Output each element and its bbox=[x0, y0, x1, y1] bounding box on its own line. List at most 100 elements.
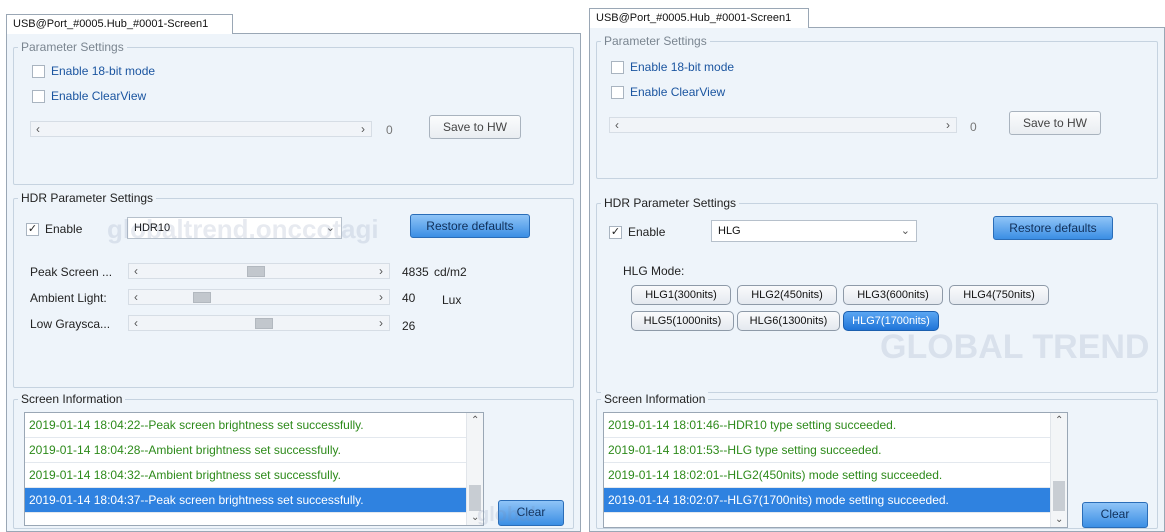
hdr-enable-label: Enable bbox=[45, 222, 83, 236]
slider-thumb[interactable] bbox=[193, 292, 211, 303]
chevron-right-icon[interactable]: › bbox=[361, 122, 365, 136]
scroll-up-icon[interactable]: ⌃ bbox=[471, 415, 479, 426]
log-row[interactable]: 2019-01-14 18:04:22--Peak screen brightn… bbox=[25, 413, 483, 438]
hlg6-button[interactable]: HLG6(1300nits) bbox=[737, 311, 840, 331]
screen-info-group: Screen Information 2019-01-14 18:04:22--… bbox=[13, 392, 574, 529]
tab-screen1[interactable]: USB@Port_#0005.Hub_#0001-Screen1 bbox=[6, 14, 233, 34]
scroll-up-icon[interactable]: ⌃ bbox=[1055, 415, 1063, 426]
slider-thumb[interactable] bbox=[255, 318, 273, 329]
checkbox-checked-icon: ✓ bbox=[609, 225, 622, 239]
log-scrollbar[interactable]: ⌃ ⌄ bbox=[466, 413, 483, 525]
left-panel-body: Parameter Settings Enable 18-bit mode En… bbox=[6, 33, 581, 532]
ambient-light-value: 40 bbox=[402, 291, 416, 305]
tab-screen1[interactable]: USB@Port_#0005.Hub_#0001-Screen1 bbox=[589, 8, 809, 28]
parameter-settings-group: Parameter Settings Enable 18-bit mode En… bbox=[13, 40, 574, 185]
log-list[interactable]: 2019-01-14 18:01:46--HDR10 type setting … bbox=[603, 412, 1068, 528]
chevron-left-icon[interactable]: ‹ bbox=[615, 118, 619, 132]
ambient-light-slider[interactable]: ‹ › bbox=[128, 289, 390, 305]
hlg-mode-label: HLG Mode: bbox=[623, 264, 685, 278]
enable-clearview-label: Enable ClearView bbox=[630, 85, 726, 99]
checkbox-icon bbox=[611, 85, 624, 99]
enable-clearview-checkbox[interactable]: Enable ClearView bbox=[611, 85, 725, 99]
peak-screen-label: Peak Screen ... bbox=[30, 265, 113, 279]
checkbox-checked-icon: ✓ bbox=[26, 222, 39, 236]
log-scrollbar[interactable]: ⌃ ⌄ bbox=[1050, 413, 1067, 527]
clearview-slider[interactable]: ‹ › bbox=[609, 117, 957, 133]
hdr-mode-select[interactable]: HLG ⌄ bbox=[711, 220, 917, 242]
hlg1-button[interactable]: HLG1(300nits) bbox=[631, 285, 731, 305]
low-grayscale-value: 26 bbox=[402, 319, 416, 333]
restore-defaults-button[interactable]: Restore defaults bbox=[993, 216, 1113, 240]
hdr-settings-group: HDR Parameter Settings ✓ Enable HLG ⌄ Re… bbox=[596, 196, 1158, 393]
hdr-mode-select[interactable]: HDR10 ⌄ bbox=[127, 217, 342, 239]
log-row[interactable]: 2019-01-14 18:04:32--Ambient brightness … bbox=[25, 463, 483, 488]
low-grayscale-label: Low Graysca... bbox=[30, 317, 111, 331]
checkbox-icon bbox=[611, 60, 624, 74]
checkbox-icon bbox=[32, 89, 45, 103]
hdr-settings-legend: HDR Parameter Settings bbox=[601, 196, 740, 210]
screen-info-group: Screen Information 2019-01-14 18:01:46--… bbox=[596, 392, 1158, 529]
hlg2-button[interactable]: HLG2(450nits) bbox=[737, 285, 837, 305]
screen-info-legend: Screen Information bbox=[601, 392, 709, 406]
hdr-settings-legend: HDR Parameter Settings bbox=[18, 191, 157, 205]
parameter-settings-group: Parameter Settings Enable 18-bit mode En… bbox=[596, 34, 1158, 179]
peak-screen-unit: cd/m2 bbox=[434, 265, 467, 279]
chevron-down-icon: ⌄ bbox=[900, 225, 910, 237]
hlg3-button[interactable]: HLG3(600nits) bbox=[843, 285, 943, 305]
enable-18bit-label: Enable 18-bit mode bbox=[630, 60, 735, 74]
enable-clearview-label: Enable ClearView bbox=[51, 89, 147, 103]
peak-screen-slider[interactable]: ‹ › bbox=[128, 263, 390, 279]
chevron-left-icon[interactable]: ‹ bbox=[134, 290, 138, 304]
scrollbar-thumb[interactable] bbox=[1053, 481, 1065, 511]
chevron-left-icon[interactable]: ‹ bbox=[134, 264, 138, 278]
chevron-right-icon[interactable]: › bbox=[379, 290, 383, 304]
hdr-settings-group: HDR Parameter Settings ✓ Enable HDR10 ⌄ … bbox=[13, 191, 574, 388]
hdr-enable-checkbox[interactable]: ✓ Enable bbox=[609, 225, 665, 239]
hlg4-button[interactable]: HLG4(750nits) bbox=[949, 285, 1049, 305]
slider-thumb[interactable] bbox=[247, 266, 265, 277]
chevron-left-icon[interactable]: ‹ bbox=[36, 122, 40, 136]
ambient-light-unit: Lux bbox=[442, 293, 462, 307]
scroll-down-icon[interactable]: ⌄ bbox=[471, 512, 479, 523]
chevron-right-icon[interactable]: › bbox=[946, 118, 950, 132]
log-row[interactable]: 2019-01-14 18:01:53--HLG type setting su… bbox=[604, 438, 1067, 463]
clear-button[interactable]: Clear bbox=[498, 500, 564, 526]
hdr-mode-selected: HLG bbox=[718, 225, 741, 237]
enable-18bit-label: Enable 18-bit mode bbox=[51, 64, 156, 78]
log-list[interactable]: 2019-01-14 18:04:22--Peak screen brightn… bbox=[24, 412, 484, 526]
save-to-hw-button[interactable]: Save to HW bbox=[1009, 111, 1101, 135]
log-row[interactable]: 2019-01-14 18:01:46--HDR10 type setting … bbox=[604, 413, 1067, 438]
restore-defaults-button[interactable]: Restore defaults bbox=[410, 214, 530, 238]
left-panel: USB@Port_#0005.Hub_#0001-Screen1 Paramet… bbox=[6, 14, 581, 532]
ambient-light-label: Ambient Light: bbox=[30, 291, 107, 305]
enable-18bit-checkbox[interactable]: Enable 18-bit mode bbox=[611, 60, 734, 74]
hdr-enable-checkbox[interactable]: ✓ Enable bbox=[26, 222, 82, 236]
log-row-selected[interactable]: 2019-01-14 18:04:37--Peak screen brightn… bbox=[25, 488, 483, 513]
right-panel: USB@Port_#0005.Hub_#0001-Screen1 Paramet… bbox=[589, 8, 1165, 532]
hdr-enable-label: Enable bbox=[628, 225, 666, 239]
log-row[interactable]: 2019-01-14 18:02:01--HLG2(450nits) mode … bbox=[604, 463, 1067, 488]
clearview-value: 0 bbox=[970, 120, 977, 134]
enable-clearview-checkbox[interactable]: Enable ClearView bbox=[32, 89, 146, 103]
hlg5-button[interactable]: HLG5(1000nits) bbox=[631, 311, 734, 331]
clearview-slider[interactable]: ‹ › bbox=[30, 121, 372, 137]
low-grayscale-slider[interactable]: ‹ › bbox=[128, 315, 390, 331]
checkbox-icon bbox=[32, 64, 45, 78]
screen-info-legend: Screen Information bbox=[18, 392, 126, 406]
chevron-right-icon[interactable]: › bbox=[379, 264, 383, 278]
chevron-down-icon: ⌄ bbox=[325, 222, 335, 234]
clear-button[interactable]: Clear bbox=[1082, 502, 1148, 528]
log-row-selected[interactable]: 2019-01-14 18:02:07--HLG7(1700nits) mode… bbox=[604, 488, 1067, 513]
parameter-settings-legend: Parameter Settings bbox=[601, 34, 710, 48]
clearview-value: 0 bbox=[386, 123, 393, 137]
hlg7-button-active[interactable]: HLG7(1700nits) bbox=[843, 311, 939, 331]
scrollbar-thumb[interactable] bbox=[469, 485, 481, 511]
enable-18bit-checkbox[interactable]: Enable 18-bit mode bbox=[32, 64, 155, 78]
log-row[interactable]: 2019-01-14 18:04:28--Ambient brightness … bbox=[25, 438, 483, 463]
chevron-left-icon[interactable]: ‹ bbox=[134, 316, 138, 330]
save-to-hw-button[interactable]: Save to HW bbox=[429, 115, 521, 139]
chevron-right-icon[interactable]: › bbox=[379, 316, 383, 330]
scroll-down-icon[interactable]: ⌄ bbox=[1055, 514, 1063, 525]
right-panel-body: Parameter Settings Enable 18-bit mode En… bbox=[589, 27, 1165, 532]
peak-screen-value: 4835 bbox=[402, 265, 429, 279]
